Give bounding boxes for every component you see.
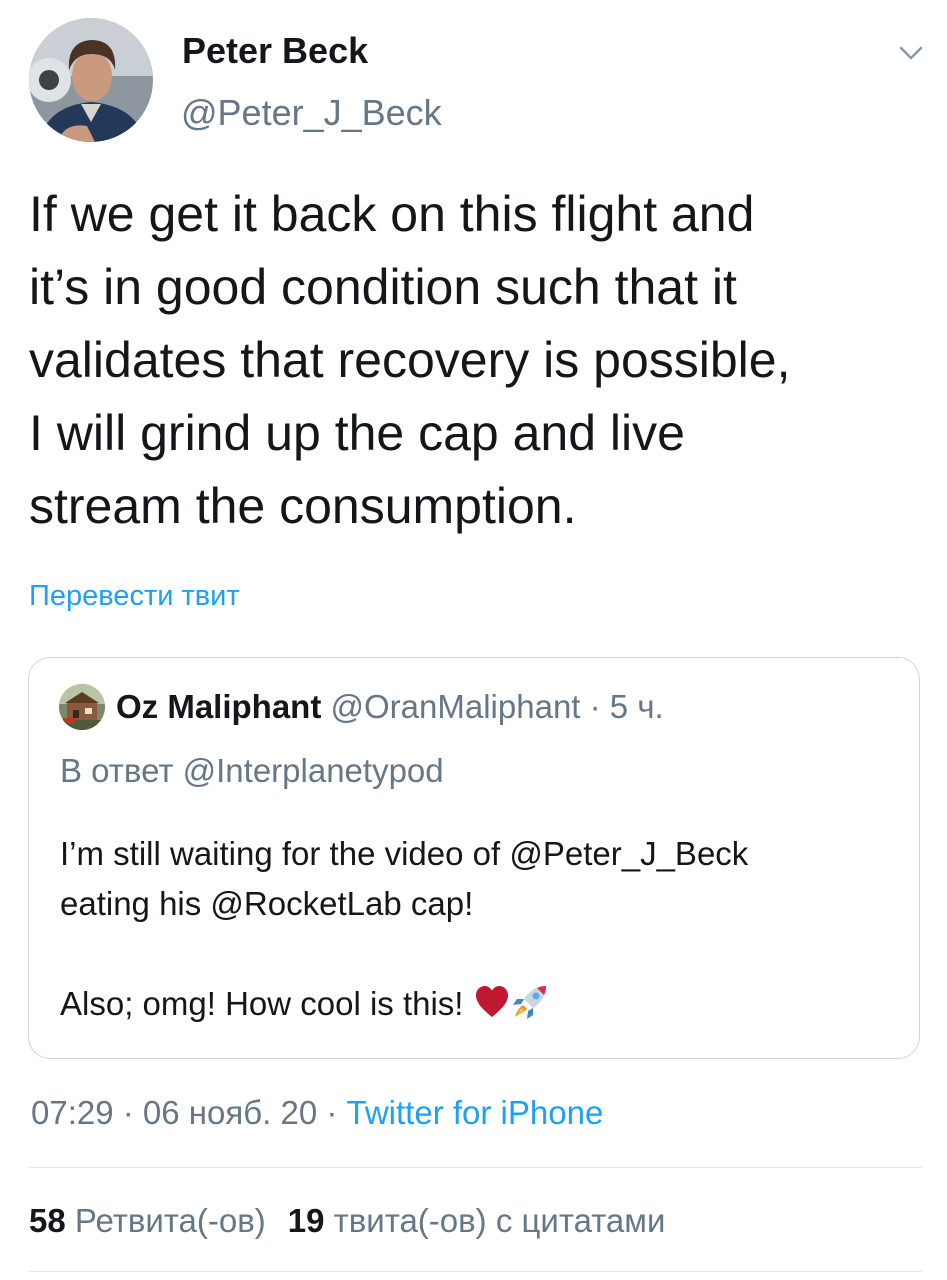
retweets-stat[interactable]: 58 Ретвита(-ов) <box>29 1202 266 1239</box>
quoted-text-line: Also; omg! How cool is this! <box>60 985 473 1022</box>
heart-emoji <box>473 983 511 1021</box>
quoted-text-line: I’m still waiting for the video of @Pete… <box>60 835 749 872</box>
author-avatar-image <box>29 18 153 142</box>
quoted-header: Oz Maliphant @OranMaliphant · 5 ч. <box>116 686 664 728</box>
tweet-stats: 58 Ретвита(-ов) 19 твита(-ов) с цитатами <box>29 1199 665 1243</box>
divider <box>29 1167 922 1168</box>
tweet-text-line: validates that recovery is possible, <box>29 332 791 388</box>
quoted-timestamp: 5 ч. <box>609 688 664 725</box>
quoted-tweet-card[interactable]: Oz Maliphant @OranMaliphant · 5 ч. В отв… <box>28 657 920 1059</box>
quoted-text-line: eating his @RocketLab cap! <box>60 885 474 922</box>
quoted-author-avatar <box>59 684 105 730</box>
author-avatar[interactable] <box>29 18 153 142</box>
separator-dot: · <box>113 1094 143 1131</box>
divider <box>29 1271 922 1272</box>
rocket-emoji <box>511 983 549 1021</box>
tweet-text-line: stream the consumption. <box>29 478 577 534</box>
quoted-author-name: Oz Maliphant <box>116 688 322 725</box>
quoted-tweet-text: I’m still waiting for the video of @Pete… <box>60 829 910 1029</box>
reply-mention: @Interplanetypod <box>182 752 444 789</box>
quoted-text-line-with-emoji: Also; omg! How cool is this! <box>60 979 910 1029</box>
quote-tweets-label: твита(-ов) с цитатами <box>324 1202 666 1239</box>
retweets-count: 58 <box>29 1202 66 1239</box>
translate-tweet-link[interactable]: Перевести твит <box>29 576 240 616</box>
quoted-author-handle: @OranMaliphant <box>330 688 581 725</box>
quote-tweets-count: 19 <box>287 1202 325 1239</box>
separator-dot: · <box>580 688 610 725</box>
separator-dot: · <box>317 1094 347 1131</box>
author-name[interactable]: Peter Beck <box>182 28 368 74</box>
reply-prefix: В ответ <box>60 752 183 789</box>
chevron-down-icon[interactable] <box>896 38 926 68</box>
tweet-text-line: If we get it back on this flight and <box>29 186 755 242</box>
tweet-meta: 07:29 · 06 нояб. 20 · Twitter for iPhone <box>31 1091 603 1135</box>
tweet-text-line: I will grind up the cap and live <box>29 405 685 461</box>
tweet-time: 07:29 <box>31 1094 114 1131</box>
author-handle[interactable]: @Peter_J_Beck <box>181 90 442 136</box>
retweets-label: Ретвита(-ов) <box>65 1202 266 1239</box>
quoted-text-gap <box>60 929 910 979</box>
tweet-source-link[interactable]: Twitter for iPhone <box>347 1094 604 1131</box>
quote-tweets-stat[interactable]: 19 твита(-ов) с цитатами <box>288 1202 666 1239</box>
tweet-text: If we get it back on this flight and it’… <box>29 178 924 543</box>
tweet-text-line: it’s in good condition such that it <box>29 259 737 315</box>
quoted-reply-context: В ответ @Interplanetypod <box>60 750 444 792</box>
tweet-date: 06 нояб. 20 <box>142 1094 318 1131</box>
